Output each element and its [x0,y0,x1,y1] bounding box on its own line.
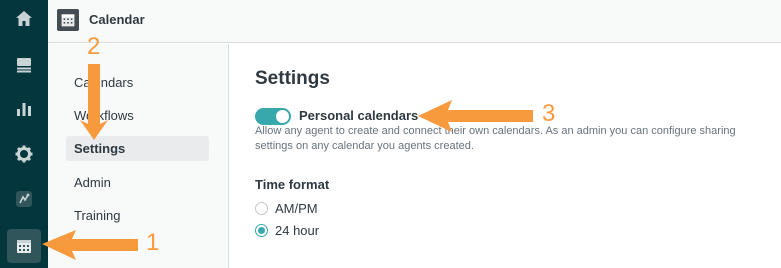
nav-item-calendars[interactable]: Calendars [66,70,209,95]
24hour-radio[interactable] [255,223,268,237]
views-icon [17,58,31,73]
nav-item-settings[interactable]: Settings [66,136,209,161]
app-header: Calendar [48,0,781,43]
page-title: Settings [255,68,330,89]
home-icon [16,11,32,26]
rail-admin-button[interactable] [7,137,41,171]
settings-nav: Calendars Workflows Settings Admin Train… [48,44,229,268]
product-rail [0,0,48,268]
nav-item-training[interactable]: Training [66,203,209,228]
24hour-radio-label: 24 hour [275,222,320,238]
app-calendar-icon [57,9,79,31]
time-format-24hour-option[interactable]: 24 hour [255,221,319,239]
admin-gear-icon [15,145,33,163]
ampm-radio[interactable] [255,201,268,215]
personal-calendars-label: Personal calendars [299,108,419,123]
settings-panel: Settings Personal calendars Allow any ag… [229,44,781,268]
nav-item-workflows[interactable]: Workflows [66,103,209,128]
time-format-label: Time format [255,177,330,192]
personal-calendars-toggle[interactable] [255,108,291,125]
toggle-knob [276,110,289,123]
calendar-icon [17,240,31,253]
app-title: Calendar [89,12,145,27]
nav-item-admin[interactable]: Admin [66,170,209,195]
rail-calendar-button[interactable] [7,229,41,263]
rail-home-button[interactable] [7,2,41,36]
personal-calendars-help: Allow any agent to create and connect th… [255,125,736,152]
rail-reporting-button[interactable] [7,92,41,126]
ampm-radio-label: AM/PM [275,200,318,216]
rail-app-button[interactable] [7,182,41,216]
reporting-icon [17,103,31,116]
app-icon [16,191,32,207]
time-format-ampm-option[interactable]: AM/PM [255,199,318,217]
rail-views-button[interactable] [7,48,41,82]
